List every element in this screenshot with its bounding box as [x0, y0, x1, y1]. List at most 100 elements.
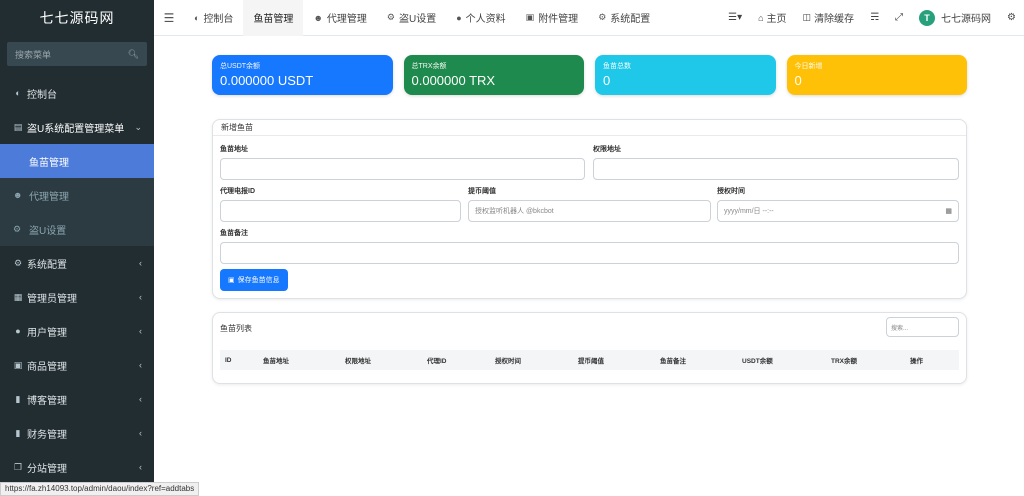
perm-input[interactable] [593, 158, 959, 180]
time-input[interactable]: yyyy/mm/日 --:-- ▦ [717, 200, 959, 222]
sidebar-search[interactable]: 搜索菜单 🔍︎ [7, 42, 147, 66]
list-search-input[interactable]: 搜索... [886, 317, 959, 337]
home-button[interactable]: ⌂ 主页 [750, 10, 794, 26]
tab-agent[interactable]: ☻ 代理管理 [303, 0, 376, 36]
clone-icon: ❐ [13, 461, 23, 472]
chevron-left-icon: ‹ [139, 292, 142, 302]
menu-toggle-icon[interactable]: ☰ [154, 11, 184, 25]
tab-label: 附件管理 [538, 14, 579, 25]
cart-icon: ▣ [13, 359, 23, 370]
save-fish-button[interactable]: ▣ 保存鱼苗信息 [220, 269, 288, 291]
settings-button[interactable]: ⚙︎ [999, 12, 1024, 23]
threshold-input[interactable]: 授权监听机器人 @bkcbot [468, 200, 711, 222]
sidebar-item-admins[interactable]: ▦ 管理员管理 ‹ [0, 280, 154, 314]
dashboard-icon: ◐ [194, 12, 200, 23]
user-icon: ● [15, 326, 21, 336]
stat-card-today: 今日新增 0 [786, 55, 967, 95]
column-header[interactable]: TRX余额 [831, 355, 857, 365]
tab-daou-settings[interactable]: ⚙︎ 盗U设置 [377, 0, 446, 36]
time-placeholder: yyyy/mm/日 --:-- [724, 208, 774, 215]
sidebar-item-label: 鱼苗管理 [29, 157, 69, 169]
tab-label: 控制台 [203, 14, 234, 25]
sidebar-item-users[interactable]: ● 用户管理 ‹ [0, 314, 154, 348]
home-icon: ⌂ [758, 12, 764, 23]
tab-profile[interactable]: ● 个人资料 [446, 0, 515, 36]
stat-card-usdt: 总USDT余额 0.000000 USDT [212, 55, 393, 95]
column-header: 操作 [910, 358, 923, 365]
chevron-left-icon: ‹ [139, 326, 142, 336]
sidebar-item-system-config[interactable]: ⚙︎ 系统配置 ‹ [0, 246, 154, 280]
tab-system-config[interactable]: ⚙︎ 系统配置 [588, 0, 660, 36]
chevron-left-icon: ‹ [139, 258, 142, 268]
column-header[interactable]: 鱼苗备注 [660, 355, 686, 365]
stat-value: 0 [794, 73, 802, 88]
cogs-icon: ⚙︎ [1007, 12, 1016, 23]
address-input[interactable] [220, 158, 585, 180]
stats-cards: 总USDT余额 0.000000 USDT 总TRX余额 0.000000 TR… [212, 55, 967, 95]
perm-label: 权限地址 [593, 146, 621, 153]
sidebar-item-label: 系统配置 [27, 259, 67, 271]
remark-input[interactable] [220, 242, 959, 264]
tab-dashboard[interactable]: ◐ 控制台 [184, 0, 243, 36]
sidebar-item-daou-menu[interactable]: ▤ 盗U系统配置管理菜单 ⌄ [0, 110, 154, 144]
gear-icon: ⚙︎ [13, 223, 22, 234]
trash-icon: ◫ [802, 12, 812, 22]
chevron-down-icon: ⌄ [134, 121, 142, 132]
tether-logo-icon: T [919, 9, 936, 26]
sidebar-item-blog[interactable]: ▮ 博客管理 ‹ [0, 382, 154, 416]
column-header[interactable]: 提币阈值 [578, 355, 604, 365]
tab-label: 个人资料 [465, 14, 506, 25]
sidebar-item-finance[interactable]: ▮ 财务管理 ‹ [0, 416, 154, 450]
app-logo[interactable]: 七七源码网 [0, 0, 154, 36]
agent-input[interactable] [220, 200, 461, 222]
sidebar-menu: ◐ 控制台 ▤ 盗U系统配置管理菜单 ⌄ 鱼苗管理 ☻ 代理管理 ⚙︎ 盗U设置… [0, 76, 154, 484]
topbar: ☰ ◐ 控制台 鱼苗管理 ☻ 代理管理 ⚙︎ 盗U设置 ● 个人资料 ▣ 附件管… [154, 0, 1024, 36]
sidebar-item-label: 博客管理 [27, 395, 67, 407]
search-icon[interactable]: 🔍︎ [128, 49, 139, 60]
gear-icon: ⚙︎ [386, 12, 395, 22]
sidebar-item-dashboard[interactable]: ◐ 控制台 [0, 76, 154, 110]
user-icon: ● [456, 12, 462, 23]
column-header[interactable]: 鱼苗地址 [263, 355, 289, 365]
user-menu[interactable]: T 七七源码网 [911, 9, 999, 26]
tab-attachments[interactable]: ▣ 附件管理 [516, 0, 589, 36]
sidebar-item-substations[interactable]: ❐ 分站管理 ‹ [0, 450, 154, 484]
clear-cache-button[interactable]: ◫ 清除缓存 [795, 10, 863, 25]
threshold-placeholder: 授权监听机器人 @bkcbot [475, 208, 554, 215]
right-nav: ☰▾ ⌂ 主页 ◫ 清除缓存 ☴ ⤢ T 七七源码网 ⚙︎ [720, 0, 1024, 36]
sidebar-item-daou-settings[interactable]: ⚙︎ 盗U设置 [0, 212, 154, 246]
time-field-group: 授权时间 yyyy/mm/日 --:-- ▦ [717, 186, 959, 222]
book-icon: ▮ [15, 393, 21, 404]
sidebar-search-input[interactable]: 搜索菜单 [15, 48, 128, 61]
fish-list-panel: 鱼苗列表 搜索... ID 鱼苗地址 权限地址 代理ID 授权时间 提币阈值 鱼… [212, 312, 967, 384]
clear-cache-label: 清除缓存 [814, 14, 855, 25]
column-header[interactable]: ID [225, 357, 232, 364]
remark-label: 鱼苗备注 [220, 230, 248, 237]
windows-icon: ▦ [13, 291, 23, 302]
tab-fish[interactable]: 鱼苗管理 [243, 0, 304, 36]
stat-value: 0 [603, 73, 611, 88]
column-header[interactable]: USDT余额 [742, 355, 773, 365]
column-header[interactable]: 代理ID [427, 355, 447, 365]
chevron-left-icon: ‹ [139, 462, 142, 472]
column-header[interactable]: 授权时间 [495, 355, 521, 365]
sidebar-item-fish[interactable]: 鱼苗管理 [0, 144, 154, 178]
save-label: 保存鱼苗信息 [237, 277, 280, 284]
tabs-dropdown-button[interactable]: ☰▾ [720, 12, 750, 23]
chevron-left-icon: ‹ [139, 360, 142, 370]
column-header[interactable]: 权限地址 [345, 355, 371, 365]
stat-label: 今日新增 [794, 63, 823, 70]
dashboard-icon: ◐ [15, 88, 21, 98]
address-field-group: 鱼苗地址 [220, 144, 585, 180]
language-button[interactable]: ☴ [862, 12, 887, 23]
gear-icon: ⚙︎ [598, 12, 607, 22]
sidebar-item-label: 代理管理 [29, 191, 69, 203]
stat-label: 鱼苗总数 [603, 63, 631, 70]
fullscreen-button[interactable]: ⤢ [887, 12, 911, 23]
users-icon: ☻ [13, 190, 23, 200]
site-name: 七七源码网 [941, 14, 992, 25]
sidebar-item-products[interactable]: ▣ 商品管理 ‹ [0, 348, 154, 382]
calendar-icon[interactable]: ▦ [945, 207, 952, 215]
add-fish-panel: 新增鱼苗 鱼苗地址 权限地址 代理电报ID 提币阈值 授权监听机器人 @bkcb… [212, 119, 967, 299]
sidebar-item-agent[interactable]: ☻ 代理管理 [0, 178, 154, 212]
